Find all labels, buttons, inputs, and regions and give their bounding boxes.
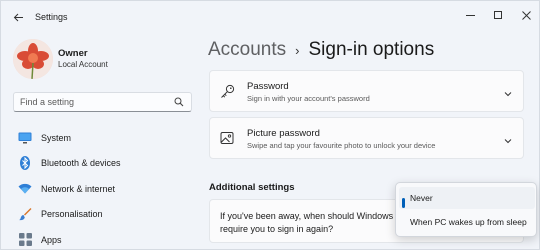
section-heading: Additional settings: [209, 182, 295, 193]
sidebar-item-label: Bluetooth & devices: [41, 158, 121, 169]
sidebar-item-label: Apps: [41, 234, 62, 245]
wifi-icon: [18, 182, 32, 196]
picture-password-subtitle: Swipe and tap your favourite photo to un…: [247, 141, 436, 150]
minimize-button[interactable]: [457, 5, 483, 25]
breadcrumb: Accounts › Sign-in options: [208, 37, 434, 63]
selection-indicator: [402, 198, 405, 208]
monitor-icon: [18, 131, 32, 145]
dropdown-option-label: When PC wakes up from sleep: [410, 217, 527, 227]
close-button[interactable]: [513, 5, 539, 25]
profile-card[interactable]: Owner Local Account: [13, 39, 193, 79]
picture-password-card[interactable]: Picture password Swipe and tap your favo…: [209, 117, 524, 159]
maximize-icon: [494, 11, 502, 19]
picture-icon: [220, 131, 235, 146]
breadcrumb-separator: ›: [295, 42, 300, 58]
sidebar-item-label: Personalisation: [41, 209, 103, 220]
page-title: Sign-in options: [308, 39, 435, 60]
app-title: Settings: [35, 12, 68, 22]
search-box: [13, 92, 192, 112]
password-title: Password: [247, 81, 289, 92]
sidebar-item-network[interactable]: Network & internet: [11, 176, 193, 202]
search-input[interactable]: [14, 93, 171, 111]
title-bar: Settings: [1, 1, 540, 33]
brush-icon: [18, 207, 32, 221]
bluetooth-icon: [18, 156, 32, 171]
key-icon: [220, 84, 235, 99]
sidebar-item-system[interactable]: System: [11, 125, 193, 151]
close-icon: [521, 10, 531, 20]
dropdown-option-label: Never: [410, 193, 433, 203]
account-type: Local Account: [58, 60, 108, 69]
question-line-2: require you to sign in again?: [220, 224, 334, 234]
settings-window: Settings Owner Local Account Find a sett…: [0, 0, 540, 250]
profile-name: Owner: [58, 48, 88, 59]
require-signin-dropdown: Never When PC wakes up from sleep: [395, 182, 537, 237]
avatar[interactable]: [13, 39, 53, 79]
search-icon[interactable]: [171, 94, 187, 110]
chevron-down-icon[interactable]: [503, 133, 513, 144]
sidebar-nav: System Bluetooth & devices Network & int…: [11, 125, 193, 250]
flower-avatar-icon: [13, 39, 53, 79]
maximize-button[interactable]: [485, 5, 511, 25]
password-card[interactable]: Password Sign in with your account's pas…: [209, 70, 524, 112]
sidebar-item-bluetooth[interactable]: Bluetooth & devices: [11, 151, 193, 177]
apps-icon: [18, 233, 32, 247]
sidebar-item-label: System: [41, 132, 72, 143]
magnifier-glyph: [174, 97, 184, 107]
sidebar-item-personalisation[interactable]: Personalisation: [11, 202, 193, 228]
dropdown-option-wake[interactable]: When PC wakes up from sleep: [399, 211, 535, 233]
picture-password-title: Picture password: [247, 128, 320, 139]
back-arrow-icon: [13, 13, 23, 21]
question-line-1: If you've been away, when should Windows: [220, 211, 394, 221]
breadcrumb-accounts[interactable]: Accounts: [208, 39, 286, 61]
password-subtitle: Sign in with your account's password: [247, 94, 370, 103]
require-signin-question: If you've been away, when should Windows…: [220, 210, 393, 236]
chevron-down-icon[interactable]: [503, 86, 513, 97]
sidebar-item-apps[interactable]: Apps: [11, 227, 193, 250]
sidebar-item-label: Network & internet: [41, 183, 116, 194]
back-button[interactable]: [7, 7, 29, 27]
minimize-icon: [465, 14, 475, 16]
dropdown-option-never[interactable]: Never: [399, 187, 535, 209]
